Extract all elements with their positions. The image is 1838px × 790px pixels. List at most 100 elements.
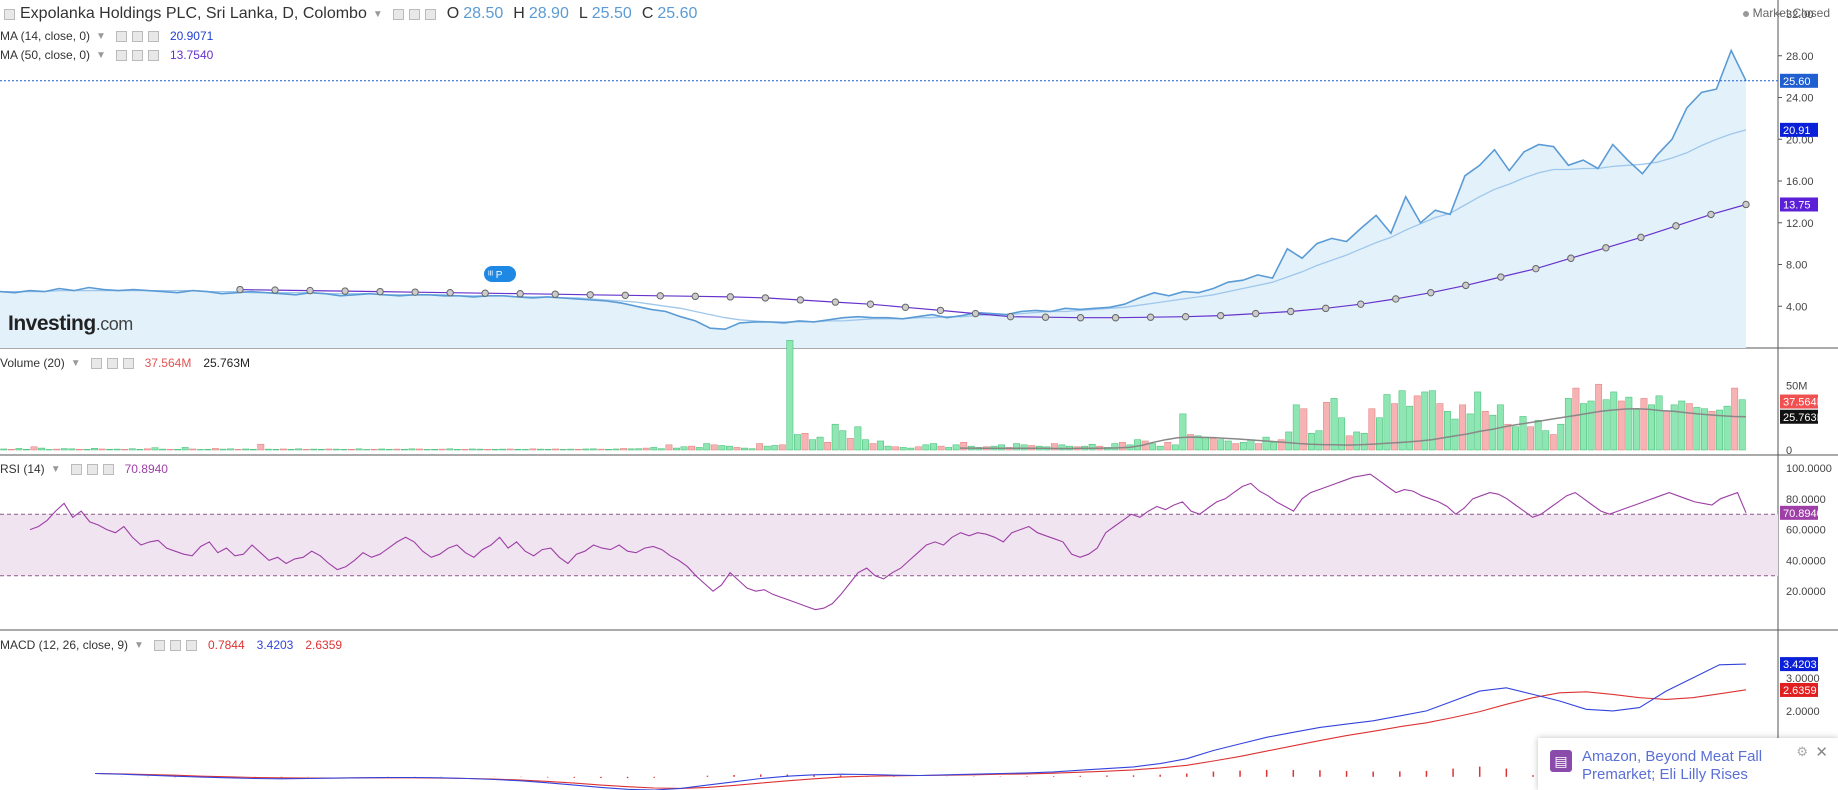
chevron-down-icon[interactable]: ▼ (134, 640, 144, 651)
price-tick-label: 28.00 (1786, 51, 1814, 63)
volume-bar (1459, 404, 1466, 451)
hide-icon[interactable] (131, 49, 143, 61)
ma50-tag: 13.75 (1783, 199, 1811, 211)
news-headline[interactable]: Amazon, Beyond Meat Fall Premarket; Eli … (1582, 748, 1782, 784)
ma50-point (1567, 254, 1575, 262)
settings-icon[interactable] (70, 463, 82, 475)
volume-bar (733, 447, 741, 451)
volume-bar (159, 448, 166, 451)
ma50-point (1672, 222, 1680, 230)
settings-icon[interactable] (115, 49, 127, 61)
volume-bar (1738, 399, 1746, 451)
logo-main-text: Investing (8, 312, 96, 335)
volume-ma-value: 25.763M (203, 356, 251, 370)
volume-bar (1262, 436, 1270, 451)
close-icon[interactable] (424, 8, 436, 20)
volume-bar (650, 447, 658, 451)
rsi-value: 70.8940 (124, 462, 168, 476)
volume-bar (38, 447, 46, 451)
volume-bar (1602, 399, 1610, 451)
news-popup[interactable]: ▤ Amazon, Beyond Meat Fall Premarket; El… (1538, 738, 1838, 790)
chart-canvas[interactable]: ᴵᴵᴵ P 4.008.0012.0016.0020.0024.0028.003… (0, 0, 1838, 790)
chevron-down-icon[interactable]: ▼ (51, 464, 61, 475)
ma50-point (831, 298, 840, 306)
volume-bar (438, 448, 446, 451)
volume-bar (945, 447, 953, 451)
volume-bar (1549, 434, 1557, 451)
volume-bar (264, 448, 272, 451)
close-icon[interactable] (122, 357, 134, 369)
close-icon[interactable]: ✕ (1815, 743, 1828, 761)
volume-label[interactable]: Volume (20) (0, 356, 65, 370)
settings-icon[interactable] (90, 357, 102, 369)
ma50-point (691, 292, 700, 301)
chevron-down-icon[interactable]: ▼ (373, 9, 383, 20)
volume-bar (1587, 400, 1595, 451)
volume-bar (635, 448, 643, 451)
volume-bar (839, 430, 847, 451)
volume-bar (98, 448, 106, 451)
close-icon[interactable] (185, 639, 197, 651)
volume-bar (1428, 390, 1436, 451)
volume-bar (15, 448, 23, 451)
volume-bar (416, 448, 423, 451)
ma50-point (1041, 313, 1050, 321)
volume-bar (348, 448, 355, 451)
chevron-down-icon[interactable]: ▼ (96, 31, 106, 42)
volume-bar (91, 448, 98, 451)
ma50-point (1357, 300, 1365, 308)
volume-bar (1375, 417, 1383, 451)
volume-bar (499, 448, 507, 451)
volume-bar (741, 447, 748, 451)
settings-icon[interactable] (115, 30, 127, 42)
hide-icon[interactable] (86, 463, 98, 475)
ma50-label[interactable]: MA (50, close, 0) (0, 48, 90, 62)
volume-bar (824, 442, 832, 451)
volume-bar (793, 434, 801, 451)
chevron-down-icon[interactable]: ▼ (71, 358, 81, 369)
volume-bar (295, 448, 302, 451)
gear-icon[interactable]: ⚙ (1796, 744, 1808, 760)
volume-bar (1640, 398, 1648, 451)
macd-label[interactable]: MACD (12, 26, close, 9) (0, 638, 128, 652)
volume-bar (892, 446, 900, 451)
hide-icon[interactable] (169, 639, 181, 651)
volume-bar (809, 439, 816, 451)
ma50-point (1427, 288, 1435, 297)
volume-bar (846, 438, 854, 451)
ma50-point (1532, 264, 1540, 273)
ma14-label[interactable]: MA (14, close, 0) (0, 29, 90, 43)
settings-icon[interactable] (392, 8, 404, 20)
volume-bar (280, 448, 287, 451)
volume-bar (1285, 431, 1293, 451)
volume-bar (559, 449, 567, 451)
volume-bar (242, 448, 250, 451)
chevron-down-icon[interactable]: ▼ (96, 50, 106, 61)
low-value: 25.50 (591, 5, 632, 22)
volume-bar (620, 448, 628, 451)
volume-bar (128, 448, 136, 451)
close-icon[interactable] (147, 30, 159, 42)
settings-icon[interactable] (153, 639, 165, 651)
volume-bar (317, 448, 325, 451)
symbol-title[interactable]: Expolanka Holdings PLC, Sri Lanka, D, Co… (20, 5, 367, 23)
close-icon[interactable] (102, 463, 114, 475)
rsi-label[interactable]: RSI (14) (0, 462, 45, 476)
volume-bar (53, 448, 61, 451)
chart-frame (0, 0, 1838, 790)
volume-bar (1474, 391, 1482, 451)
ma50-point (761, 294, 770, 302)
volume-bar (673, 447, 680, 451)
hide-icon[interactable] (106, 357, 118, 369)
volume-bar (484, 449, 491, 451)
hide-icon[interactable] (408, 8, 420, 20)
volume-bar (612, 448, 620, 451)
volume-bar (642, 447, 650, 451)
close-icon[interactable] (147, 49, 159, 61)
volume-bar (869, 443, 877, 451)
volume-bar (1255, 443, 1262, 451)
macd-line-value: 3.4203 (256, 638, 294, 652)
collapse-icon[interactable] (4, 8, 15, 20)
price-tag: 25.60 (1783, 76, 1811, 88)
hide-icon[interactable] (131, 30, 143, 42)
